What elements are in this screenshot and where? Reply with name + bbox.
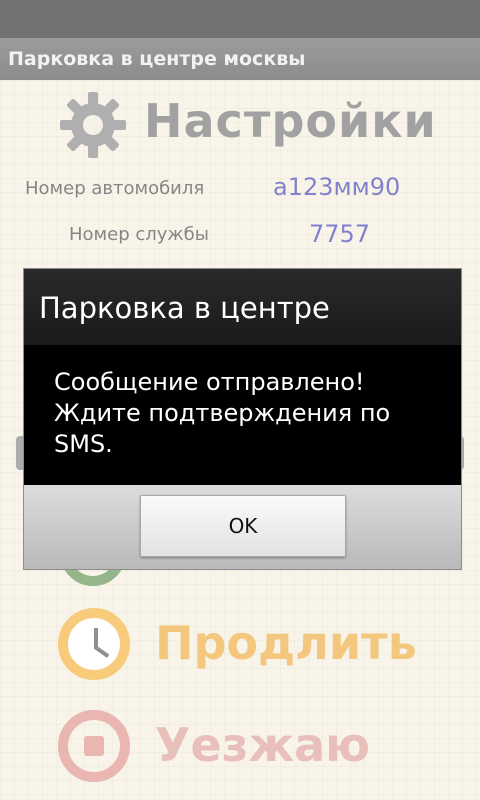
message-dialog: Парковка в центре Сообщение отправлено! … [23,268,462,570]
ok-button[interactable]: OK [140,495,346,557]
dialog-message-line-1: Сообщение отправлено! [54,368,365,396]
dialog-header: Парковка в центре [24,269,461,346]
dialog-body: Сообщение отправлено! Ждите подтверждени… [24,345,461,485]
dialog-footer: OK [24,485,461,569]
dialog-message-line-2: Ждите подтверждения по SMS. [54,399,391,458]
dialog-message: Сообщение отправлено! Ждите подтверждени… [54,367,444,460]
dialog-title: Парковка в центре [39,291,330,325]
